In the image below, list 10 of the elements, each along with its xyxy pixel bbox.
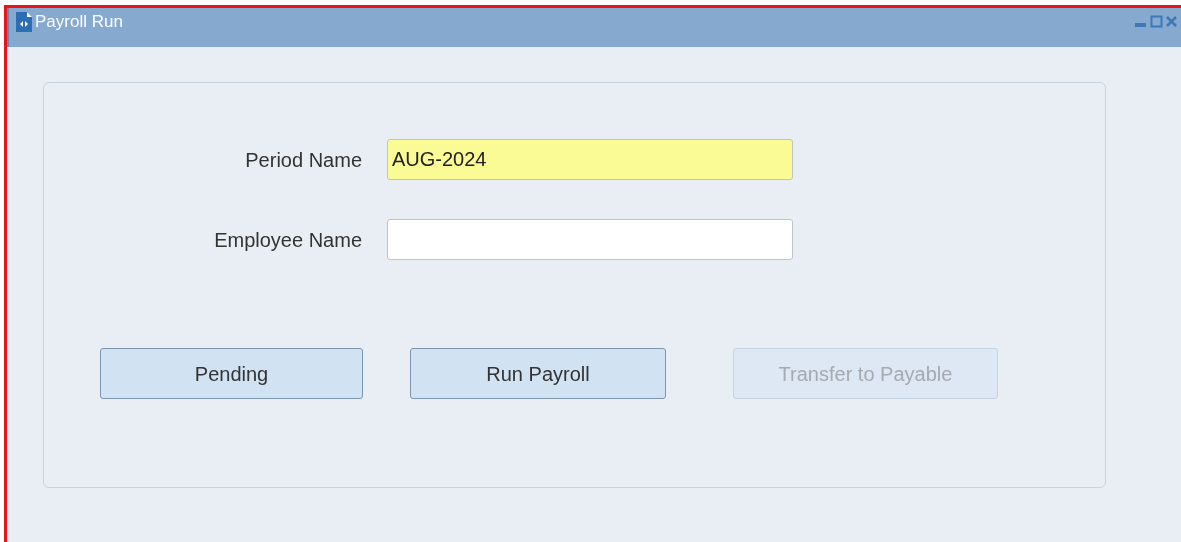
maximize-icon[interactable] xyxy=(1150,15,1163,28)
text-field[interactable] xyxy=(387,219,793,260)
action-button[interactable]: Pending xyxy=(100,348,363,399)
document-icon xyxy=(15,11,33,33)
close-icon[interactable] xyxy=(1166,15,1177,28)
window-title: Payroll Run xyxy=(35,11,123,33)
field-label: Employee Name xyxy=(213,227,363,253)
text-field[interactable]: AUG-2024 xyxy=(387,139,793,180)
action-button[interactable]: Run Payroll xyxy=(410,348,666,399)
field-label: Period Name xyxy=(244,147,363,173)
